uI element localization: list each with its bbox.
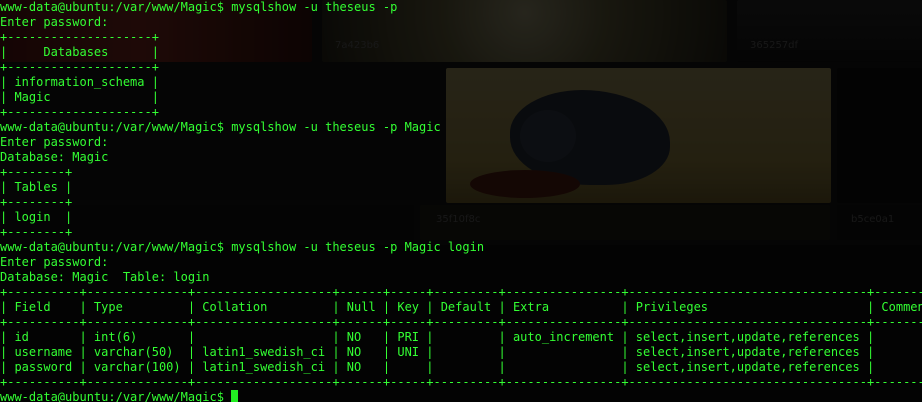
- terminal-line: www-data@ubuntu:/var/www/Magic$ mysqlsho…: [0, 240, 485, 254]
- terminal-line: +--------------------+: [0, 30, 159, 44]
- terminal-line: | information_schema |: [0, 75, 159, 89]
- terminal-line: Enter password:: [0, 135, 109, 149]
- terminal-line: +--------+: [0, 165, 73, 179]
- terminal-output[interactable]: www-data@ubuntu:/var/www/Magic$ mysqlsho…: [0, 0, 922, 402]
- terminal-line: | Magic |: [0, 90, 159, 104]
- terminal-line: | login |: [0, 210, 73, 224]
- terminal-lines: www-data@ubuntu:/var/www/Magic$ mysqlsho…: [0, 0, 922, 390]
- terminal-line: +--------+: [0, 195, 73, 209]
- terminal-line: +--------+: [0, 225, 73, 239]
- terminal-line: | id | int(6) | | NO | PRI | | auto_incr…: [0, 330, 922, 344]
- terminal-cursor: [231, 390, 239, 402]
- terminal-line: Enter password:: [0, 255, 109, 269]
- terminal-line: | password | varchar(100) | latin1_swedi…: [0, 360, 922, 374]
- terminal-line: +----------+--------------+-------------…: [0, 375, 922, 389]
- terminal-line: +--------------------+: [0, 60, 159, 74]
- terminal-line: | username | varchar(50) | latin1_swedis…: [0, 345, 922, 359]
- terminal-line: +--------------------+: [0, 105, 159, 119]
- terminal-line: Database: Magic: [0, 150, 109, 164]
- terminal-line: | Tables |: [0, 180, 73, 194]
- terminal-line: | Field | Type | Collation | Null | Key …: [0, 300, 922, 314]
- terminal-line: Enter password:: [0, 15, 109, 29]
- terminal-prompt-line[interactable]: www-data@ubuntu:/var/www/Magic$: [0, 390, 922, 402]
- terminal-line: www-data@ubuntu:/var/www/Magic$ mysqlsho…: [0, 120, 441, 134]
- terminal-line: +----------+--------------+-------------…: [0, 285, 922, 299]
- terminal-line: Database: Magic Table: login: [0, 270, 210, 284]
- screen: 7a423b6 365257df 35f10f8c b5ce0a1 www-da…: [0, 0, 922, 402]
- terminal-line: | Databases |: [0, 45, 159, 59]
- terminal-line: +----------+--------------+-------------…: [0, 315, 922, 329]
- terminal-line: www-data@ubuntu:/var/www/Magic$ mysqlsho…: [0, 0, 398, 14]
- prompt-text: www-data@ubuntu:/var/www/Magic$: [0, 390, 232, 402]
